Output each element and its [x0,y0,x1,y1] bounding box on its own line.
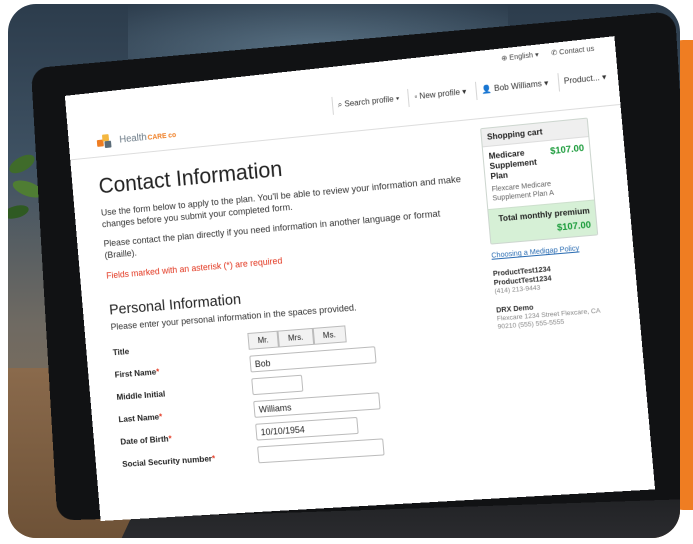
dob-label: Date of Birth [119,433,169,447]
title-option-ms[interactable]: Ms. [312,325,347,345]
medigap-link[interactable]: Choosing a Medigap Policy [491,244,600,260]
laptop-photo: ⊕ English ▾ ✆ Contact us HealthCARE co ⌕… [8,4,680,538]
search-profile-menu[interactable]: ⌕ Search profile ▾ [331,89,406,115]
sidebar: Shopping cart Medicare Supplement Plan $… [480,117,607,342]
ssn-label: Social Security number [121,452,213,469]
main-nav: ⌕ Search profile ▾ ▫ New profile ▾ 👤 Bob… [331,67,613,115]
search-icon: ⌕ [337,99,343,110]
middle-initial-input[interactable] [251,374,304,396]
middle-initial-label: Middle Initial [116,388,166,402]
user-menu[interactable]: 👤 Bob Williams ▾ [474,73,555,101]
last-name-label: Last Name [118,411,160,424]
brand-suffix: CARE co [147,131,177,142]
title-option-mr[interactable]: Mr. [247,330,280,350]
add-profile-icon: ▫ [413,92,418,102]
agent-card-2: DRX Demo Flexcare 1234 Street Flexcare, … [496,298,606,332]
plan-price: $107.00 [549,142,585,157]
product-menu[interactable]: Product... ▾ [556,67,613,92]
language-selector[interactable]: ⊕ English ▾ [501,51,539,63]
brand-logo[interactable]: HealthCARE co [96,127,176,149]
contact-link[interactable]: ✆ Contact us [551,45,595,58]
title-option-mrs[interactable]: Mrs. [277,327,314,348]
laptop-screen: ⊕ English ▾ ✆ Contact us HealthCARE co ⌕… [64,36,656,521]
required-asterisk: * [211,452,216,463]
user-icon: 👤 [481,84,493,95]
logo-icon [96,134,114,149]
marketing-frame: ⊕ English ▾ ✆ Contact us HealthCARE co ⌕… [0,0,693,544]
plan-name: Medicare Supplement Plan [488,148,538,182]
main-content: Contact Information Use the form below t… [98,138,497,475]
brand-name: Health [118,131,148,146]
required-asterisk: * [155,365,160,376]
new-profile-menu[interactable]: ▫ New profile ▾ [407,82,473,108]
agent-card-1: ProductTest1234 ProductTest1234 (414) 21… [493,261,603,296]
shopping-cart: Shopping cart Medicare Supplement Plan $… [480,117,599,245]
required-asterisk: * [168,432,173,443]
cart-item: Medicare Supplement Plan $107.00 Flexcar… [483,137,594,209]
utility-bar: ⊕ English ▾ ✆ Contact us [501,45,595,63]
required-asterisk: * [158,410,163,421]
first-name-label: First Name [114,366,157,380]
ssn-input[interactable] [257,438,385,464]
